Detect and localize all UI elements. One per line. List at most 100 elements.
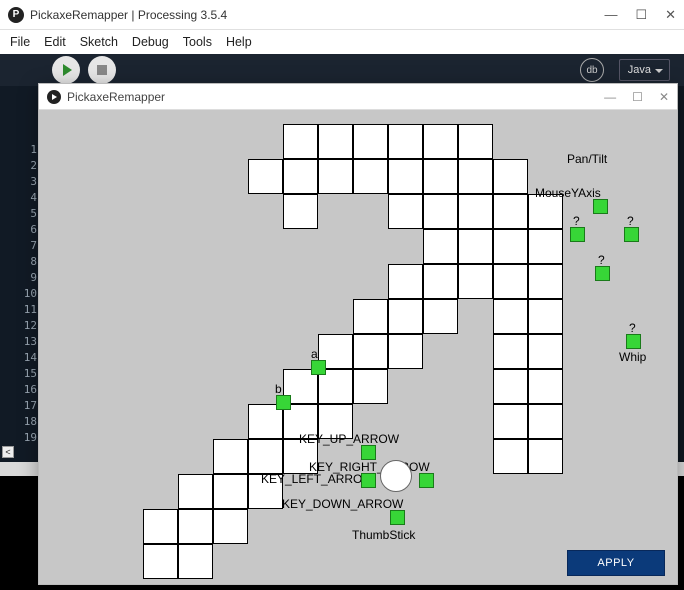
- node-q1[interactable]: [570, 227, 585, 242]
- node-b[interactable]: [276, 395, 291, 410]
- line-number: 8: [0, 254, 43, 270]
- label-whip: Whip: [619, 350, 646, 364]
- node-key-left[interactable]: [361, 473, 376, 488]
- pickaxe-cell[interactable]: [528, 369, 563, 404]
- menu-bar: File Edit Sketch Debug Tools Help: [0, 30, 684, 54]
- stop-button[interactable]: [88, 56, 116, 84]
- pickaxe-cell[interactable]: [423, 299, 458, 334]
- debug-toggle[interactable]: db: [580, 58, 604, 82]
- pickaxe-cell[interactable]: [388, 264, 423, 299]
- pickaxe-cell[interactable]: [493, 334, 528, 369]
- pickaxe-cell[interactable]: [458, 124, 493, 159]
- inner-minimize-button[interactable]: —: [604, 90, 616, 104]
- pickaxe-cell[interactable]: [458, 264, 493, 299]
- outer-titlebar: P PickaxeRemapper | Processing 3.5.4 — ☐…: [0, 0, 684, 30]
- pickaxe-cell[interactable]: [143, 544, 178, 579]
- pickaxe-cell[interactable]: [493, 369, 528, 404]
- menu-help[interactable]: Help: [226, 35, 252, 49]
- pickaxe-cell[interactable]: [528, 299, 563, 334]
- line-number: 7: [0, 238, 43, 254]
- pickaxe-cell[interactable]: [528, 404, 563, 439]
- apply-button[interactable]: APPLY: [567, 550, 665, 576]
- pickaxe-cell[interactable]: [213, 474, 248, 509]
- pickaxe-cell[interactable]: [388, 194, 423, 229]
- pickaxe-cell[interactable]: [423, 159, 458, 194]
- menu-sketch[interactable]: Sketch: [80, 35, 118, 49]
- pickaxe-cell[interactable]: [143, 509, 178, 544]
- inner-window-title: PickaxeRemapper: [67, 90, 165, 104]
- pickaxe-cell[interactable]: [528, 439, 563, 474]
- menu-debug[interactable]: Debug: [132, 35, 169, 49]
- pickaxe-cell[interactable]: [493, 159, 528, 194]
- node-q3[interactable]: [595, 266, 610, 281]
- menu-file[interactable]: File: [10, 35, 30, 49]
- pickaxe-cell[interactable]: [248, 159, 283, 194]
- thumbstick-joystick[interactable]: [380, 460, 412, 492]
- pickaxe-cell[interactable]: [458, 159, 493, 194]
- node-key-right[interactable]: [419, 473, 434, 488]
- gutter-collapse-icon[interactable]: <: [2, 446, 14, 458]
- pickaxe-cell[interactable]: [283, 124, 318, 159]
- pickaxe-cell[interactable]: [318, 124, 353, 159]
- pickaxe-cell[interactable]: [458, 194, 493, 229]
- node-key-down[interactable]: [390, 510, 405, 525]
- inner-maximize-button[interactable]: ☐: [632, 90, 643, 104]
- pickaxe-cell[interactable]: [423, 124, 458, 159]
- node-a[interactable]: [311, 360, 326, 375]
- language-mode-selector[interactable]: Java: [619, 59, 670, 81]
- pickaxe-cell[interactable]: [528, 264, 563, 299]
- pickaxe-cell[interactable]: [353, 369, 388, 404]
- line-number: 14: [0, 350, 43, 366]
- outer-maximize-button[interactable]: ☐: [635, 7, 647, 23]
- run-button[interactable]: [52, 56, 80, 84]
- node-mouse-y[interactable]: [593, 199, 608, 214]
- inner-close-button[interactable]: ✕: [659, 90, 669, 104]
- node-whip[interactable]: [626, 334, 641, 349]
- pickaxe-cell[interactable]: [388, 334, 423, 369]
- pickaxe-cell[interactable]: [388, 124, 423, 159]
- pickaxe-cell[interactable]: [353, 159, 388, 194]
- pickaxe-cell[interactable]: [318, 159, 353, 194]
- pickaxe-cell[interactable]: [493, 229, 528, 264]
- label-thumbstick: ThumbStick: [352, 528, 415, 542]
- line-number: 13: [0, 334, 43, 350]
- menu-edit[interactable]: Edit: [44, 35, 66, 49]
- pickaxe-cell[interactable]: [493, 404, 528, 439]
- outer-close-button[interactable]: ✕: [665, 7, 676, 23]
- pickaxe-cell[interactable]: [178, 509, 213, 544]
- pickaxe-cell[interactable]: [528, 229, 563, 264]
- pickaxe-cell[interactable]: [388, 159, 423, 194]
- line-number: 3: [0, 174, 43, 190]
- pickaxe-cell[interactable]: [493, 264, 528, 299]
- outer-window-title: PickaxeRemapper | Processing 3.5.4: [30, 8, 227, 22]
- pickaxe-cell[interactable]: [213, 509, 248, 544]
- pickaxe-cell[interactable]: [283, 194, 318, 229]
- pickaxe-cell[interactable]: [423, 229, 458, 264]
- label-key-up: KEY_UP_ARROW: [299, 432, 399, 446]
- line-number: 9: [0, 270, 43, 286]
- pickaxe-cell[interactable]: [423, 264, 458, 299]
- pickaxe-cell[interactable]: [178, 474, 213, 509]
- pickaxe-cell[interactable]: [458, 229, 493, 264]
- node-q2[interactable]: [624, 227, 639, 242]
- pickaxe-cell[interactable]: [493, 299, 528, 334]
- line-number: 15: [0, 366, 43, 382]
- pickaxe-cell[interactable]: [283, 159, 318, 194]
- pickaxe-cell[interactable]: [353, 124, 388, 159]
- outer-minimize-button[interactable]: —: [604, 7, 617, 23]
- menu-tools[interactable]: Tools: [183, 35, 212, 49]
- pickaxe-cell[interactable]: [493, 439, 528, 474]
- label-whip-q: ?: [629, 321, 636, 335]
- pickaxe-cell[interactable]: [213, 439, 248, 474]
- processing-toolbar: db Java: [0, 54, 684, 86]
- pickaxe-cell[interactable]: [493, 194, 528, 229]
- pickaxe-cell[interactable]: [388, 299, 423, 334]
- node-key-up[interactable]: [361, 445, 376, 460]
- pickaxe-cell[interactable]: [353, 299, 388, 334]
- pickaxe-cell[interactable]: [423, 194, 458, 229]
- pickaxe-cell[interactable]: [528, 334, 563, 369]
- pickaxe-cell[interactable]: [353, 334, 388, 369]
- pickaxe-cell[interactable]: [248, 439, 283, 474]
- label-key-down: KEY_DOWN_ARROW: [282, 497, 403, 511]
- pickaxe-cell[interactable]: [178, 544, 213, 579]
